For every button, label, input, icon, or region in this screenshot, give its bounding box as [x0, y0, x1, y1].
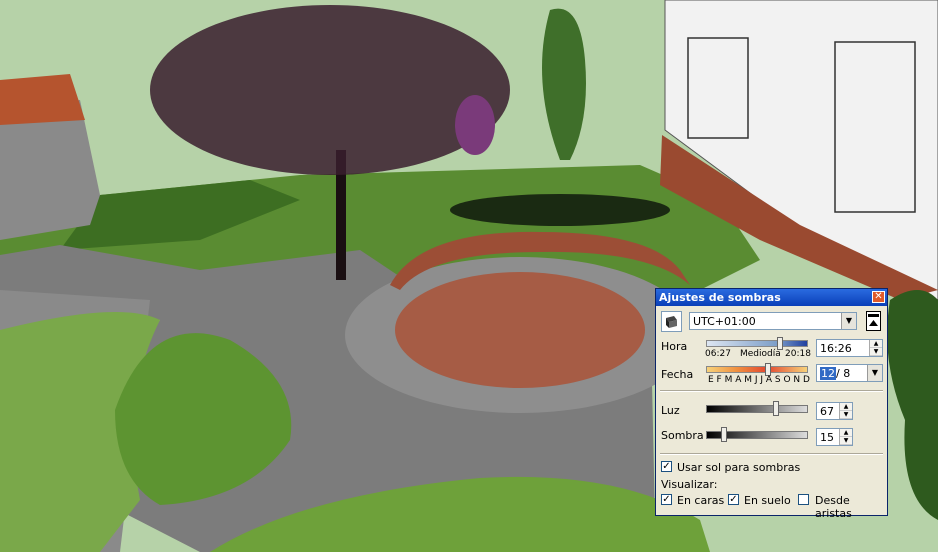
light-field[interactable]: 67 ▲ ▼	[816, 402, 853, 420]
time-spinner[interactable]: ▲ ▼	[869, 340, 882, 356]
day-value[interactable]: 12	[820, 367, 836, 380]
sunset-time: 20:18	[785, 349, 811, 359]
on-faces-label: En caras	[677, 494, 725, 507]
shadow-slider-thumb[interactable]	[721, 427, 727, 442]
shadow-spinner[interactable]: ▲ ▼	[839, 429, 852, 445]
separator-2	[660, 453, 883, 455]
time-field[interactable]: 16:26 ▲ ▼	[816, 339, 883, 357]
shadow-settings-dialog: Ajustes de sombras ✕ UTC+01:00 ▼ Hora 06…	[655, 288, 888, 520]
shed-roof	[0, 74, 85, 125]
use-sun-checkbox[interactable]: ✓	[661, 461, 672, 472]
sun-shadow-icon[interactable]	[661, 311, 682, 332]
month-ticks: E F M A M J J A S O N D	[708, 375, 810, 385]
collapse-icon[interactable]	[866, 311, 881, 331]
shadow-slider[interactable]	[706, 427, 808, 442]
from-edges-checkbox[interactable]	[798, 494, 809, 505]
midday-label: Mediodía	[740, 349, 781, 359]
shadow-label: Sombra	[661, 429, 704, 442]
time-label: Hora	[661, 340, 688, 353]
use-sun-label: Usar sol para sombras	[677, 461, 801, 474]
chevron-down-icon[interactable]: ▼	[841, 313, 856, 329]
flowering-shrub	[455, 95, 495, 155]
month-value: / 8	[836, 367, 851, 380]
date-slider-track[interactable]	[706, 363, 808, 376]
light-slider-thumb[interactable]	[773, 401, 779, 416]
on-faces-checkbox[interactable]: ✓	[661, 494, 672, 505]
light-label: Luz	[661, 404, 680, 417]
time-slider-track[interactable]	[706, 337, 808, 350]
patio-brick	[395, 272, 645, 388]
dialog-title: Ajustes de sombras	[659, 291, 781, 304]
date-label: Fecha	[661, 368, 694, 381]
tree-canopy	[150, 5, 510, 175]
shrubs	[450, 194, 670, 226]
display-label: Visualizar:	[661, 478, 718, 491]
from-edges-label: Desde aristas	[815, 494, 852, 520]
sunrise-time: 06:27	[705, 349, 731, 359]
timezone-select[interactable]: UTC+01:00 ▼	[689, 312, 857, 330]
separator	[660, 390, 883, 392]
on-ground-checkbox[interactable]: ✓	[728, 494, 739, 505]
dialog-titlebar[interactable]: Ajustes de sombras ✕	[656, 289, 887, 306]
on-ground-label: En suelo	[744, 494, 791, 507]
date-field[interactable]: 12 / 8 ▼	[816, 364, 883, 382]
light-spinner[interactable]: ▲ ▼	[839, 403, 852, 419]
close-button[interactable]: ✕	[872, 291, 885, 303]
date-dropdown-icon[interactable]: ▼	[867, 365, 882, 381]
shadow-field[interactable]: 15 ▲ ▼	[816, 428, 853, 446]
light-slider[interactable]	[706, 401, 808, 416]
